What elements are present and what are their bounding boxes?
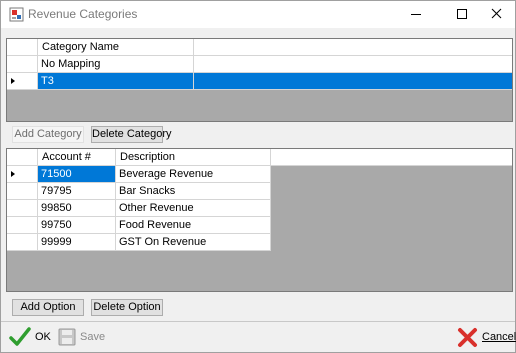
account-cell[interactable]: 99750 (38, 217, 116, 234)
row-pointer-icon (11, 171, 15, 177)
options-header-row: Account # Description (7, 149, 512, 166)
category-row-selected[interactable]: T3 (7, 73, 512, 90)
checkmark-icon (9, 327, 31, 346)
option-row[interactable]: 99750 Food Revenue (7, 217, 512, 234)
column-header-description[interactable]: Description (116, 149, 271, 166)
account-cell[interactable]: 99999 (38, 234, 116, 251)
header-filler (271, 149, 512, 166)
maximize-button[interactable] (446, 1, 476, 28)
options-grid[interactable]: Account # Description 71500 Beverage Rev… (6, 148, 513, 292)
cancel-label: Cancel (482, 331, 516, 343)
header-filler (194, 39, 512, 56)
close-icon (491, 8, 502, 19)
description-cell[interactable]: Food Revenue (116, 217, 271, 234)
row-header[interactable] (7, 56, 38, 73)
footer-divider (1, 321, 515, 322)
add-category-button[interactable]: Add Category (12, 126, 84, 143)
row-header-corner (7, 39, 38, 56)
category-name-cell[interactable]: T3 (38, 73, 194, 90)
save-label: Save (80, 331, 106, 343)
description-cell[interactable]: Bar Snacks (116, 183, 271, 200)
description-cell[interactable]: Other Revenue (116, 200, 271, 217)
column-header-account[interactable]: Account # (38, 149, 116, 166)
category-name-cell[interactable]: No Mapping (38, 56, 194, 73)
row-header[interactable] (7, 166, 38, 183)
option-row[interactable]: 99999 GST On Revenue (7, 234, 512, 251)
row-header[interactable] (7, 73, 38, 90)
maximize-icon (457, 9, 467, 19)
minimize-button[interactable] (401, 1, 431, 28)
category-row[interactable]: No Mapping (7, 56, 512, 73)
option-row[interactable]: 99850 Other Revenue (7, 200, 512, 217)
description-cell[interactable]: Beverage Revenue (116, 166, 271, 183)
row-filler (194, 73, 512, 90)
account-cell[interactable]: 79795 (38, 183, 116, 200)
row-header[interactable] (7, 183, 38, 200)
row-pointer-icon (11, 78, 15, 84)
description-cell[interactable]: GST On Revenue (116, 234, 271, 251)
row-header-corner (7, 149, 38, 166)
window-title: Revenue Categories (28, 7, 138, 21)
red-x-icon (458, 328, 477, 347)
delete-option-button[interactable]: Delete Option (91, 299, 163, 316)
account-cell[interactable]: 71500 (38, 166, 116, 183)
row-header[interactable] (7, 200, 38, 217)
delete-category-button[interactable]: Delete Category (91, 126, 172, 143)
categories-header-row: Category Name (7, 39, 512, 56)
row-header[interactable] (7, 217, 38, 234)
cancel-button[interactable]: Cancel (456, 325, 516, 349)
title-bar: Revenue Categories (1, 1, 515, 28)
add-option-button[interactable]: Add Option (12, 299, 84, 316)
revenue-categories-window: Revenue Categories Category Name No Mapp… (0, 0, 516, 353)
option-row-current[interactable]: 71500 Beverage Revenue (7, 166, 512, 183)
row-header[interactable] (7, 234, 38, 251)
categories-grid[interactable]: Category Name No Mapping T3 (6, 38, 513, 122)
minimize-icon (411, 14, 421, 15)
column-header-category-name[interactable]: Category Name (38, 39, 194, 56)
option-row[interactable]: 79795 Bar Snacks (7, 183, 512, 200)
app-icon (9, 7, 24, 22)
close-button[interactable] (482, 1, 512, 28)
floppy-disk-icon (58, 328, 76, 346)
ok-label: OK (35, 331, 51, 343)
row-filler (194, 56, 512, 73)
account-cell[interactable]: 99850 (38, 200, 116, 217)
ok-button[interactable]: OK (7, 325, 55, 349)
save-button[interactable]: Save (57, 325, 107, 349)
